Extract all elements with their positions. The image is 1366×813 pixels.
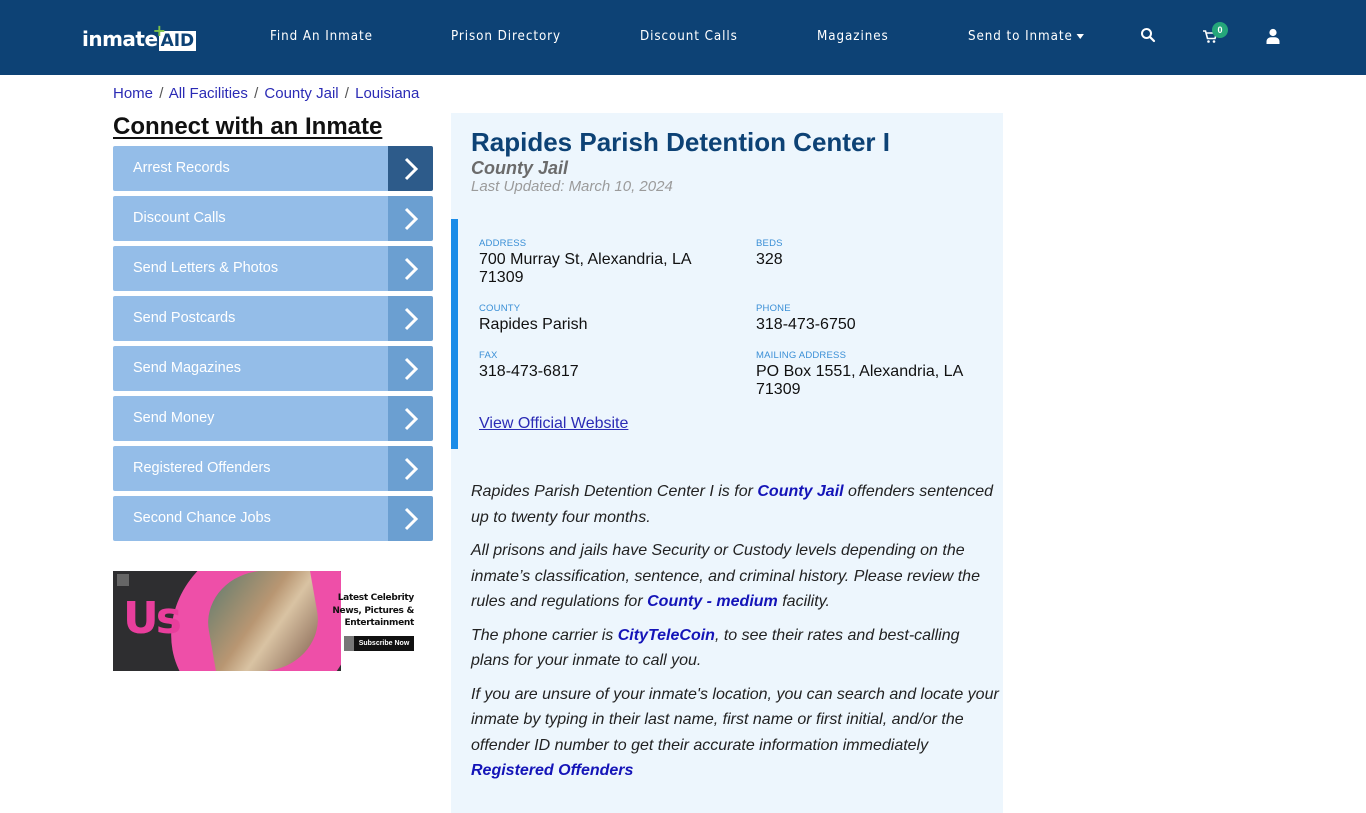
- phone-value[interactable]: 318-473-6750: [756, 316, 1016, 334]
- sidebar-item-second-chance-jobs[interactable]: Second Chance Jobs: [113, 496, 433, 541]
- chevron-right-icon: [388, 396, 433, 441]
- county-jail-link[interactable]: County Jail: [757, 483, 843, 500]
- sidebar-item-discount-calls[interactable]: Discount Calls: [113, 196, 433, 241]
- user-icon[interactable]: [1266, 28, 1286, 48]
- nav-magazines[interactable]: Magazines: [817, 29, 889, 44]
- site-logo[interactable]: inmate + AID: [82, 21, 197, 51]
- text: The phone carrier is: [471, 626, 618, 644]
- nav-prison-directory[interactable]: Prison Directory: [451, 29, 561, 44]
- chevron-right-icon: [388, 346, 433, 391]
- nav-send-to-inmate[interactable]: Send to Inmate: [968, 29, 1084, 44]
- plus-icon: +: [152, 21, 166, 40]
- top-navbar: inmate + AID Find An Inmate Prison Direct…: [0, 0, 1366, 75]
- ad-line-3: Entertainment: [344, 618, 414, 628]
- description-paragraph-4: If you are unsure of your inmate's locat…: [471, 682, 1001, 784]
- beds-value: 328: [756, 251, 783, 268]
- breadcrumb-all-facilities[interactable]: All Facilities: [169, 85, 248, 102]
- sidebar-item-registered-offenders[interactable]: Registered Offenders: [113, 446, 433, 491]
- sidebar-item-label: Discount Calls: [113, 196, 388, 241]
- caret-down-icon: [1076, 34, 1084, 39]
- ad-subscribe-button[interactable]: Subscribe Now: [344, 636, 414, 651]
- beds-label: Beds: [756, 238, 783, 249]
- text: Rapides Parish Detention Center I is for: [471, 483, 758, 500]
- sidebar-item-arrest-records[interactable]: Arrest Records: [113, 146, 433, 191]
- text: If you are unsure of your inmate's locat…: [471, 685, 999, 754]
- fax-field: Fax 318-473-6817: [479, 350, 739, 381]
- county-medium-link[interactable]: County - medium: [647, 593, 778, 610]
- sidebar-item-send-money[interactable]: Send Money: [113, 396, 433, 441]
- fax-label: Fax: [479, 350, 498, 361]
- ad-headline: Latest Celebrity News, Pictures & Entert…: [332, 592, 414, 630]
- county-field: County Rapides Parish: [479, 303, 739, 334]
- sidebar-item-label: Send Money: [113, 396, 388, 441]
- description-paragraph-2: All prisons and jails have Security or C…: [471, 538, 1001, 615]
- breadcrumb-separator: /: [344, 85, 349, 102]
- facility-panel: Rapides Parish Detention Center I County…: [451, 113, 1003, 813]
- beds-field: Beds 328: [756, 238, 1016, 269]
- breadcrumb-county-jail[interactable]: County Jail: [264, 85, 338, 102]
- address-field: Address 700 Murray St, Alexandria, LA 71…: [479, 238, 739, 287]
- breadcrumb-separator: /: [159, 85, 164, 102]
- sidebar-item-label: Arrest Records: [113, 146, 388, 191]
- ad-brand-logo: Us: [123, 593, 182, 644]
- ad-line-1: Latest Celebrity: [337, 593, 415, 603]
- nav-find-an-inmate[interactable]: Find An Inmate: [270, 29, 373, 44]
- chevron-right-icon: [388, 196, 433, 241]
- phone-field: Phone 318-473-6750: [756, 303, 1016, 334]
- sidebar-item-label: Send Letters & Photos: [113, 246, 388, 291]
- us-weekly-ad-banner[interactable]: Us Latest Celebrity News, Pictures & Ent…: [113, 571, 416, 671]
- fax-value: 318-473-6817: [479, 363, 579, 380]
- facility-info-box: Address 700 Murray St, Alexandria, LA 71…: [451, 219, 1003, 449]
- sidebar-title: Connect with an Inmate: [113, 113, 383, 140]
- mailing-address-field: Mailing Address PO Box 1551, Alexandria,…: [756, 350, 1016, 399]
- sidebar-item-send-magazines[interactable]: Send Magazines: [113, 346, 433, 391]
- description-paragraph-3: The phone carrier is CityTeleCoin, to se…: [471, 623, 1001, 674]
- cart-count-badge: 0: [1212, 22, 1228, 38]
- search-icon[interactable]: [1140, 27, 1160, 47]
- registered-offenders-link[interactable]: Registered Offenders: [471, 762, 633, 779]
- breadcrumb-separator: /: [254, 85, 259, 102]
- sidebar-item-send-postcards[interactable]: Send Postcards: [113, 296, 433, 341]
- county-label: County: [479, 303, 521, 314]
- sidebar-menu: Arrest Records Discount Calls Send Lette…: [113, 146, 433, 546]
- facility-title: Rapides Parish Detention Center I: [471, 127, 890, 157]
- chevron-right-icon: [388, 146, 433, 191]
- nav-send-to-inmate-label: Send to Inmate: [968, 29, 1073, 44]
- citytelecoin-link[interactable]: CityTeleCoin: [618, 627, 715, 644]
- county-value: Rapides Parish: [479, 316, 588, 333]
- nav-discount-calls[interactable]: Discount Calls: [640, 29, 738, 44]
- logo-aid: + AID: [153, 21, 197, 51]
- facility-type: County Jail: [471, 158, 569, 178]
- chevron-right-icon: [388, 246, 433, 291]
- address-label: Address: [479, 238, 527, 249]
- address-value: 700 Murray St, Alexandria, LA 71309: [479, 251, 691, 286]
- description-paragraph-1: Rapides Parish Detention Center I is for…: [471, 479, 1001, 530]
- text: facility.: [777, 593, 830, 610]
- logo-text: inmate: [82, 27, 158, 51]
- view-official-website-link[interactable]: View Official Website: [479, 415, 628, 433]
- sidebar-item-send-letters-photos[interactable]: Send Letters & Photos: [113, 246, 433, 291]
- breadcrumb-home[interactable]: Home: [113, 85, 153, 102]
- breadcrumb: Home / All Facilities / County Jail / Lo…: [113, 85, 419, 102]
- sidebar-item-label: Second Chance Jobs: [113, 496, 388, 541]
- breadcrumb-louisiana[interactable]: Louisiana: [355, 85, 419, 102]
- chevron-right-icon: [388, 446, 433, 491]
- chevron-right-icon: [388, 296, 433, 341]
- ad-corner-mark: [117, 574, 129, 586]
- last-updated: Last Updated: March 10, 2024: [471, 178, 673, 195]
- sidebar-item-label: Registered Offenders: [113, 446, 388, 491]
- sidebar-item-label: Send Postcards: [113, 296, 388, 341]
- mailing-address-label: Mailing Address: [756, 350, 847, 361]
- phone-label: Phone: [756, 303, 791, 314]
- chevron-right-icon: [388, 496, 433, 541]
- ad-line-2: News, Pictures &: [332, 605, 414, 616]
- sidebar-item-label: Send Magazines: [113, 346, 388, 391]
- facility-description: Rapides Parish Detention Center I is for…: [471, 479, 1001, 792]
- mailing-address-value: PO Box 1551, Alexandria, LA 71309: [756, 363, 963, 398]
